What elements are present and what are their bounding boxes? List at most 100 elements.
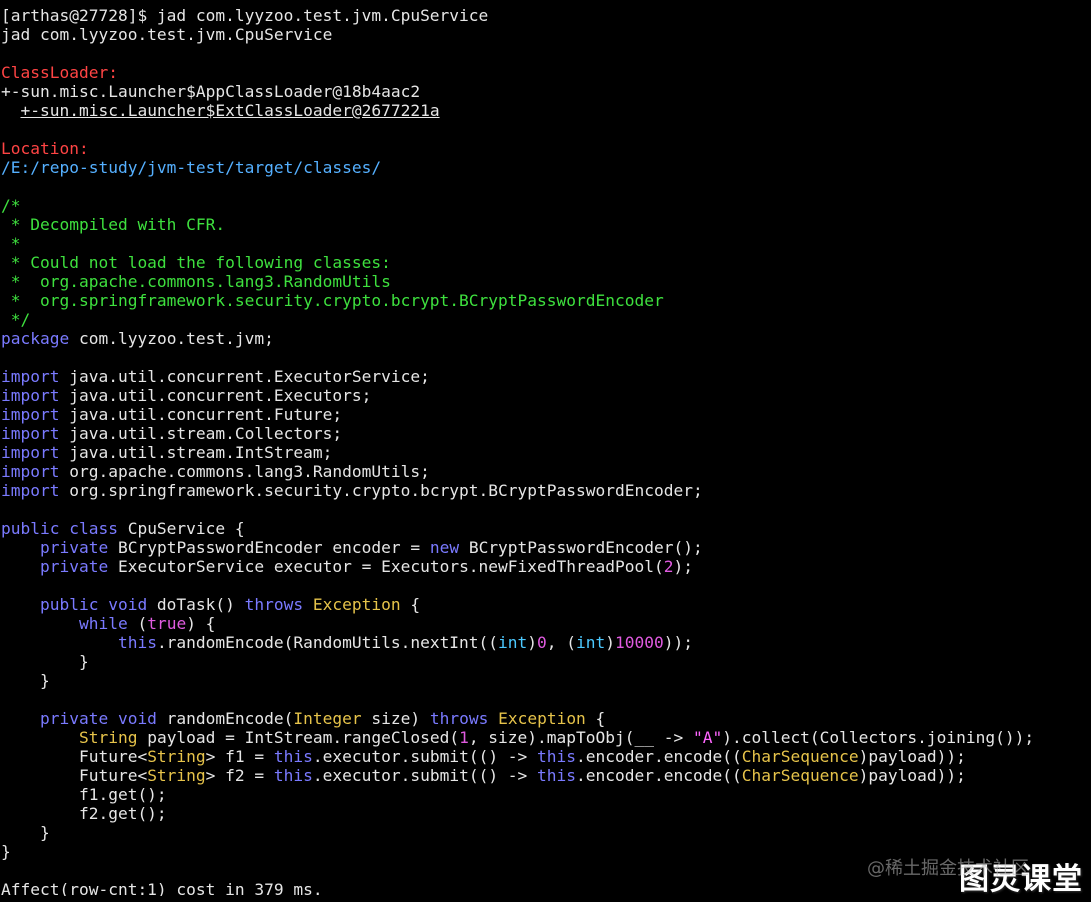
- terminal-text-segment: Integer: [293, 709, 362, 728]
- terminal-text-segment: ): [605, 633, 616, 652]
- terminal-text-segment: new: [429, 538, 460, 557]
- terminal-text-segment: [arthas@27728]$ jad com.lyyzoo.test.jvm.…: [1, 6, 489, 25]
- terminal-text-segment: import: [1, 424, 60, 443]
- terminal-text-segment: org.springframework.security.crypto.bcry…: [59, 481, 703, 500]
- terminal-line: public class CpuService {: [1, 519, 1089, 538]
- terminal-line: /E:/repo-study/jvm-test/target/classes/: [1, 158, 1089, 177]
- terminal-text-segment: private: [39, 538, 109, 557]
- terminal-text-segment: private: [39, 557, 109, 576]
- terminal-text-segment: /E:/repo-study/jvm-test/target/classes/: [1, 158, 382, 177]
- terminal-text-segment: * org.apache.commons.lang3.RandomUtils: [1, 272, 391, 291]
- terminal-text-segment: import: [1, 462, 60, 481]
- terminal-text-segment: this: [273, 766, 313, 785]
- terminal-text-segment: this: [273, 747, 313, 766]
- terminal-text-segment: randomEncode(: [156, 709, 294, 728]
- terminal-line: package com.lyyzoo.test.jvm;: [1, 329, 1089, 348]
- terminal-text-segment: org.apache.commons.lang3.RandomUtils;: [59, 462, 430, 481]
- terminal-line: f2.get();: [1, 804, 1089, 823]
- terminal-text-segment: );: [673, 557, 693, 576]
- terminal-text-segment: import: [1, 405, 60, 424]
- terminal-text-segment: ExecutorService executor = Executors.new…: [108, 557, 664, 576]
- terminal-line: }: [1, 823, 1089, 842]
- terminal-line: String payload = IntStream.rangeClosed(1…: [1, 728, 1089, 747]
- terminal-text-segment: > f1 =: [205, 747, 274, 766]
- terminal-line: jad com.lyyzoo.test.jvm.CpuService: [1, 25, 1089, 44]
- terminal-line: import java.util.stream.Collectors;: [1, 424, 1089, 443]
- terminal-line: [arthas@27728]$ jad com.lyyzoo.test.jvm.…: [1, 6, 1089, 25]
- terminal-text-segment: String: [147, 766, 206, 785]
- terminal-text-segment: int: [576, 633, 606, 652]
- terminal-text-segment: "A": [692, 728, 723, 747]
- terminal-text-segment: CpuService {: [117, 519, 245, 538]
- terminal-line: import java.util.stream.IntStream;: [1, 443, 1089, 462]
- terminal-text-segment: java.util.stream.Collectors;: [59, 424, 343, 443]
- terminal-line: import org.springframework.security.cryp…: [1, 481, 1089, 500]
- terminal-output[interactable]: [arthas@27728]$ jad com.lyyzoo.test.jvm.…: [1, 6, 1089, 896]
- terminal-text-segment: )payload));: [858, 747, 966, 766]
- terminal-text-segment: com.lyyzoo.test.jvm;: [69, 329, 274, 348]
- terminal-text-segment: true: [147, 614, 187, 633]
- terminal-text-segment: * Decompiled with CFR.: [1, 215, 226, 234]
- terminal-text-segment: private void: [39, 709, 157, 728]
- terminal-text-segment: import: [1, 367, 60, 386]
- terminal-text-segment: , (: [546, 633, 577, 652]
- terminal-text-segment: 0: [537, 633, 547, 652]
- terminal-line: import java.util.concurrent.Executors;: [1, 386, 1089, 405]
- terminal-line: * org.apache.commons.lang3.RandomUtils: [1, 272, 1089, 291]
- terminal-text-segment: (: [127, 614, 148, 633]
- terminal-text-segment: Exception: [312, 595, 401, 614]
- terminal-text-segment: CharSequence: [741, 766, 859, 785]
- terminal-text-segment: > f2 =: [205, 766, 274, 785]
- terminal-text-segment: payload = IntStream.rangeClosed(: [137, 728, 460, 747]
- terminal-text-segment: size): [361, 709, 430, 728]
- terminal-text-segment: this: [537, 766, 577, 785]
- terminal-text-segment: Future<: [1, 747, 148, 766]
- terminal-text-segment: }: [1, 842, 11, 861]
- terminal-text-segment: Affect(row-cnt:1) cost in 379 ms.: [1, 880, 323, 896]
- terminal-text-segment: doTask(): [147, 595, 245, 614]
- terminal-text-segment: while: [78, 614, 128, 633]
- terminal-line: * Could not load the following classes:: [1, 253, 1089, 272]
- terminal-text-segment: * Could not load the following classes:: [1, 253, 391, 272]
- terminal-text-segment: throws: [429, 709, 489, 728]
- terminal-text-segment: this: [117, 633, 157, 652]
- terminal-text-segment: }: [1, 823, 50, 842]
- terminal-text-segment: ));: [663, 633, 694, 652]
- terminal-line: f1.get();: [1, 785, 1089, 804]
- terminal-text-segment: /*: [1, 196, 21, 215]
- terminal-line: +-sun.misc.Launcher$ExtClassLoader@26772…: [1, 101, 1089, 120]
- terminal-line: public void doTask() throws Exception {: [1, 595, 1089, 614]
- terminal-text-segment: .encoder.encode((: [576, 747, 742, 766]
- terminal-text-segment: }: [1, 671, 50, 690]
- terminal-text-segment: +-sun.misc.Launcher$ExtClassLoader@26772…: [20, 101, 440, 120]
- terminal-text-segment: import: [1, 481, 60, 500]
- terminal-line: Future<String> f2 = this.executor.submit…: [1, 766, 1089, 785]
- terminal-text-segment: .executor.submit(() ->: [312, 747, 538, 766]
- terminal-text-segment: ): [527, 633, 538, 652]
- terminal-text-segment: CharSequence: [741, 747, 859, 766]
- terminal-text-segment: +-sun.misc.Launcher$AppClassLoader@18b4a…: [1, 82, 421, 101]
- terminal-line: while (true) {: [1, 614, 1089, 633]
- terminal-line: }: [1, 671, 1089, 690]
- terminal-text-segment: */: [1, 310, 31, 329]
- terminal-line: private ExecutorService executor = Execu…: [1, 557, 1089, 576]
- terminal-text-segment: .executor.submit(() ->: [312, 766, 538, 785]
- terminal-line: /*: [1, 196, 1089, 215]
- terminal-line: ClassLoader:: [1, 63, 1089, 82]
- terminal-text-segment: 10000: [615, 633, 664, 652]
- terminal-text-segment: java.util.concurrent.ExecutorService;: [59, 367, 430, 386]
- terminal-line: private BCryptPasswordEncoder encoder = …: [1, 538, 1089, 557]
- terminal-text-segment: java.util.concurrent.Future;: [59, 405, 343, 424]
- terminal-text-segment: }: [1, 652, 89, 671]
